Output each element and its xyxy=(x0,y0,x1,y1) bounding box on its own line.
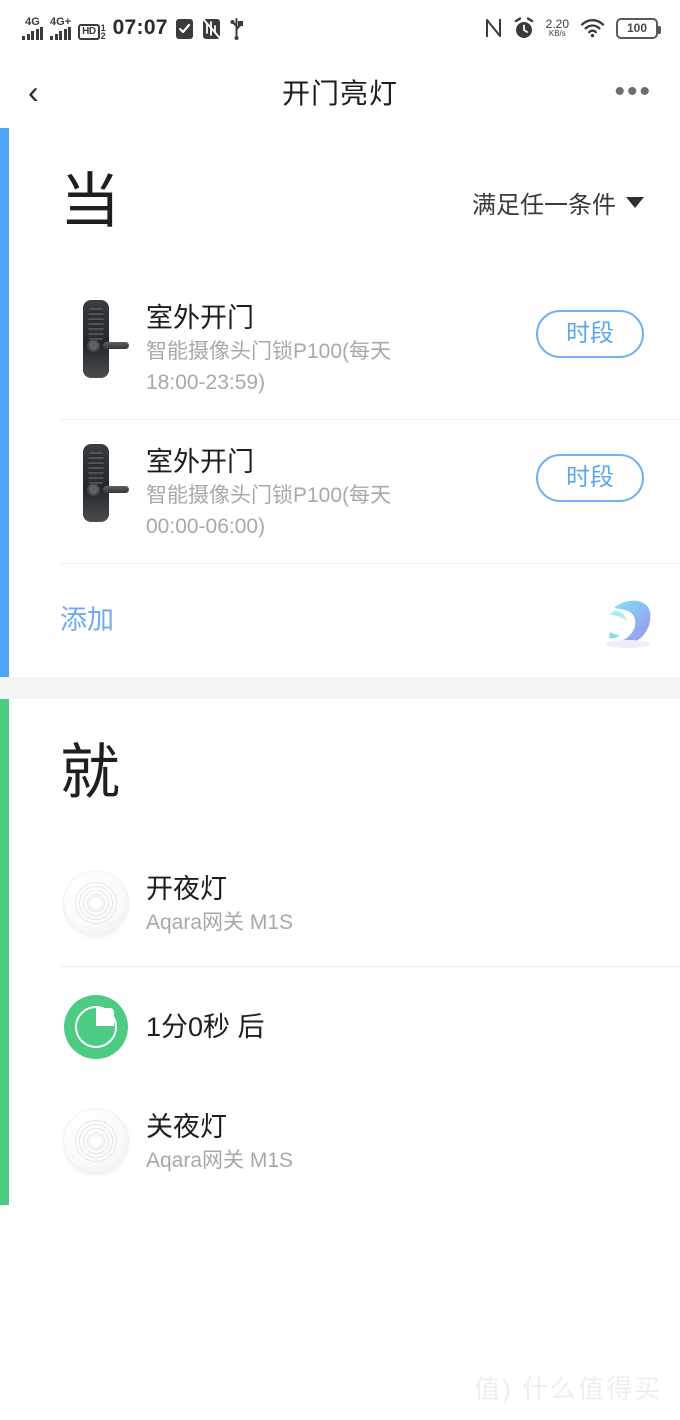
battery-indicator: 100 xyxy=(616,17,661,39)
page-title: 开门亮灯 xyxy=(281,78,398,109)
add-condition-link[interactable]: 添加 xyxy=(60,605,114,635)
signal-sim1-icon: 4G xyxy=(22,17,43,40)
aqara-gateway-icon xyxy=(60,1107,132,1173)
action-title: 开夜灯 xyxy=(146,874,227,904)
door-lock-icon xyxy=(60,442,132,522)
condition-heading: 当 xyxy=(60,168,120,235)
action-title: 1分0秒 后 xyxy=(146,1012,265,1042)
status-clock: 07:07 xyxy=(112,16,168,39)
more-options-button[interactable]: ••• xyxy=(614,77,652,107)
match-mode-label: 满足任一条件 xyxy=(472,191,616,219)
network-speed-indicator: 2.20 KB/s xyxy=(545,17,569,38)
condition-row[interactable]: 室外开门 智能摄像头门锁P100(每天 18:00-23:59) 时段 xyxy=(0,276,680,420)
condition-title: 室外开门 xyxy=(146,303,254,333)
clipboard-check-icon xyxy=(175,17,194,40)
action-delay-row[interactable]: 1分0秒 后 xyxy=(0,967,680,1085)
door-lock-icon xyxy=(60,298,132,378)
app-screen: 4G 4G+ HD 1 2 07:07 2.20 KB/s 100 ‹ 开门亮灯… xyxy=(0,0,680,1420)
condition-row[interactable]: 室外开门 智能摄像头门锁P100(每天 00:00-06:00) 时段 xyxy=(0,420,680,564)
action-section-header: 就 xyxy=(0,699,680,847)
hd-voice-icon: HD 1 2 xyxy=(78,24,106,41)
chevron-down-icon xyxy=(626,196,644,208)
alarm-icon xyxy=(513,16,535,40)
condition-subtitle: 智能摄像头门锁P100(每天 00:00-06:00) xyxy=(146,484,392,538)
time-range-badge[interactable]: 时段 xyxy=(536,310,644,358)
vibrate-off-icon xyxy=(201,17,222,40)
time-range-badge[interactable]: 时段 xyxy=(536,454,644,502)
condition-section: 当 满足任一条件 室外开门 智能摄像头门锁P100(每天 18:00-23:59… xyxy=(0,128,680,677)
action-subtitle: Aqara网关 M1S xyxy=(146,911,294,934)
status-bar: 4G 4G+ HD 1 2 07:07 2.20 KB/s 100 xyxy=(0,0,680,56)
network-type-2-label: 4G+ xyxy=(50,16,72,28)
add-condition-row[interactable]: 添加 xyxy=(0,564,680,677)
signal-sim2-icon: 4G+ xyxy=(50,17,71,40)
site-watermark: 值) 什么值得买 xyxy=(474,1374,662,1404)
navigation-bar: ‹ 开门亮灯 ••• xyxy=(0,56,680,128)
action-section: 就 开夜灯 Aqara网关 M1S 1分0秒 后 关夜灯 Aqara网关 M1S xyxy=(0,699,680,1205)
timer-icon xyxy=(60,993,132,1059)
action-subtitle: Aqara网关 M1S xyxy=(146,1149,294,1172)
aqara-gateway-icon xyxy=(60,869,132,935)
usb-icon xyxy=(229,17,244,40)
action-row[interactable]: 开夜灯 Aqara网关 M1S xyxy=(0,847,680,967)
action-title: 关夜灯 xyxy=(146,1112,227,1142)
section-gap xyxy=(0,677,680,699)
condition-title: 室外开门 xyxy=(146,447,254,477)
nfc-icon xyxy=(485,17,502,39)
match-mode-selector[interactable]: 满足任一条件 xyxy=(472,185,644,220)
condition-section-header: 当 满足任一条件 xyxy=(0,128,680,276)
network-type-1-label: 4G xyxy=(25,16,40,28)
action-heading: 就 xyxy=(60,739,120,806)
condition-subtitle: 智能摄像头门锁P100(每天 18:00-23:59) xyxy=(146,340,392,394)
wifi-icon xyxy=(580,18,605,38)
action-row[interactable]: 关夜灯 Aqara网关 M1S xyxy=(0,1085,680,1205)
